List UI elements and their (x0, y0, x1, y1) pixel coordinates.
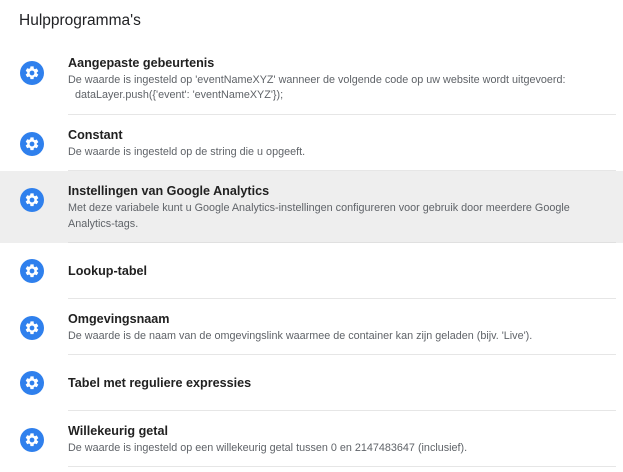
list-item-tabel-reguliere-expressies[interactable]: Tabel met reguliere expressies (0, 355, 623, 411)
item-description: De waarde is de naam van de omgevingslin… (68, 330, 533, 342)
item-name: Omgevingsnaam (68, 312, 170, 326)
item-name: Aangepaste gebeurtenis (68, 56, 215, 70)
list-item-aangepaste-gebeurtenis[interactable]: Aangepaste gebeurtenis De waarde is inge… (0, 43, 623, 115)
list-item-constant[interactable]: Constant De waarde is ingesteld op de st… (0, 115, 623, 171)
gear-icon (20, 132, 44, 156)
list-item-instellingen-google-analytics[interactable]: Instellingen van Google Analytics Met de… (0, 171, 623, 243)
gear-icon (20, 259, 44, 283)
item-description: De waarde is ingesteld op 'eventNameXYZ'… (68, 74, 566, 86)
variable-type-list: Aangepaste gebeurtenis De waarde is inge… (0, 43, 623, 467)
gear-icon (20, 316, 44, 340)
list-item-omgevingsnaam[interactable]: Omgevingsnaam De waarde is de naam van d… (0, 299, 623, 355)
list-item-willekeurig-getal[interactable]: Willekeurig getal De waarde is ingesteld… (0, 411, 623, 467)
gear-icon (20, 428, 44, 452)
gear-icon (20, 371, 44, 395)
item-description: De waarde is ingesteld op de string die … (68, 146, 306, 158)
item-name: Tabel met reguliere expressies (68, 376, 252, 390)
list-item-lookup-tabel[interactable]: Lookup-tabel (0, 243, 623, 299)
gear-icon (20, 188, 44, 212)
item-description: Met deze variabele kunt u Google Analyti… (68, 202, 570, 230)
section-title: Hulpprogramma's (19, 12, 141, 29)
item-code-snippet: dataLayer.push({'event': 'eventNameXYZ'}… (75, 89, 284, 101)
item-name: Instellingen van Google Analytics (68, 184, 270, 198)
gear-icon (20, 61, 44, 85)
item-name: Lookup-tabel (68, 264, 148, 278)
item-name: Willekeurig getal (68, 424, 168, 438)
divider (68, 466, 616, 467)
item-description: De waarde is ingesteld op een willekeuri… (68, 442, 468, 454)
item-name: Constant (68, 128, 123, 142)
